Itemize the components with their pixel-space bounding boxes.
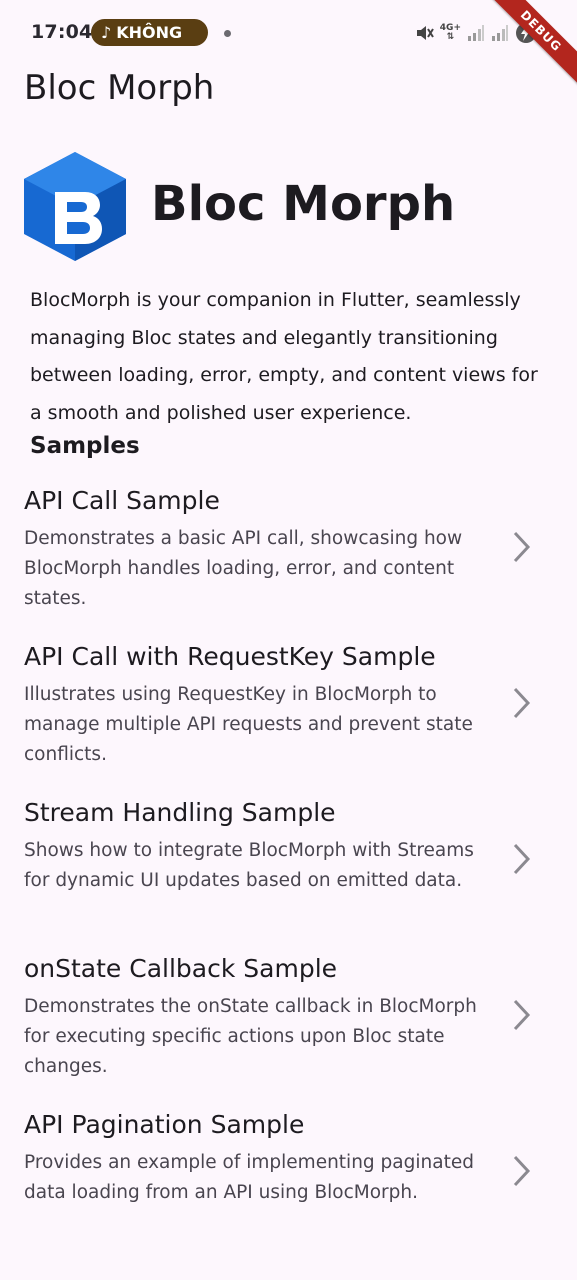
signal-icon <box>467 24 485 42</box>
signal-icon-2 <box>491 24 509 42</box>
music-note-icon: ♪ <box>101 23 112 42</box>
chevron-right-icon <box>513 1155 531 1187</box>
status-bar: 17:04 ♪ KHÔNG 4G+ ⇅ <box>0 0 577 64</box>
chevron-right-icon <box>513 531 531 563</box>
sample-description: Provides an example of implementing pagi… <box>24 1152 474 1203</box>
list-item-stream-handling[interactable]: Stream Handling Sample Shows how to inte… <box>0 790 577 946</box>
sample-title: API Call with RequestKey Sample <box>24 642 436 671</box>
chevron-right-icon <box>513 843 531 875</box>
sample-title: Stream Handling Sample <box>24 798 336 827</box>
page-title: Bloc Morph <box>24 68 215 108</box>
list-item-on-state-callback[interactable]: onState Callback Sample Demonstrates the… <box>0 946 577 1102</box>
samples-heading: Samples <box>30 433 140 459</box>
sample-description: Shows how to integrate BlocMorph with St… <box>24 840 474 891</box>
list-item-request-key[interactable]: API Call with RequestKey Sample Illustra… <box>0 634 577 790</box>
sample-description: Illustrates using RequestKey in BlocMorp… <box>24 684 473 765</box>
notification-dot-icon <box>224 30 231 37</box>
list-item-api-call[interactable]: API Call Sample Demonstrates a basic API… <box>0 478 577 634</box>
sample-description: Demonstrates a basic API call, showcasin… <box>24 528 463 609</box>
sample-title: API Call Sample <box>24 486 220 515</box>
chevron-right-icon <box>513 687 531 719</box>
list-item-api-pagination[interactable]: API Pagination Sample Provides an exampl… <box>0 1102 577 1258</box>
mute-icon <box>414 23 434 43</box>
media-pill[interactable]: ♪ KHÔNG <box>91 19 208 46</box>
sample-title: API Pagination Sample <box>24 1110 305 1139</box>
status-time: 17:04 <box>31 21 93 43</box>
bloc-cube-logo <box>22 150 128 262</box>
app-description: BlocMorph is your companion in Flutter, … <box>30 289 538 424</box>
brand-name: Bloc Morph <box>151 176 456 232</box>
chevron-right-icon <box>513 999 531 1031</box>
samples-list: API Call Sample Demonstrates a basic API… <box>0 478 577 1258</box>
network-type: 4G+ ⇅ <box>439 23 461 42</box>
media-pill-label: KHÔNG <box>116 23 183 42</box>
sample-title: onState Callback Sample <box>24 954 338 983</box>
sample-description: Demonstrates the onState callback in Blo… <box>24 996 477 1077</box>
